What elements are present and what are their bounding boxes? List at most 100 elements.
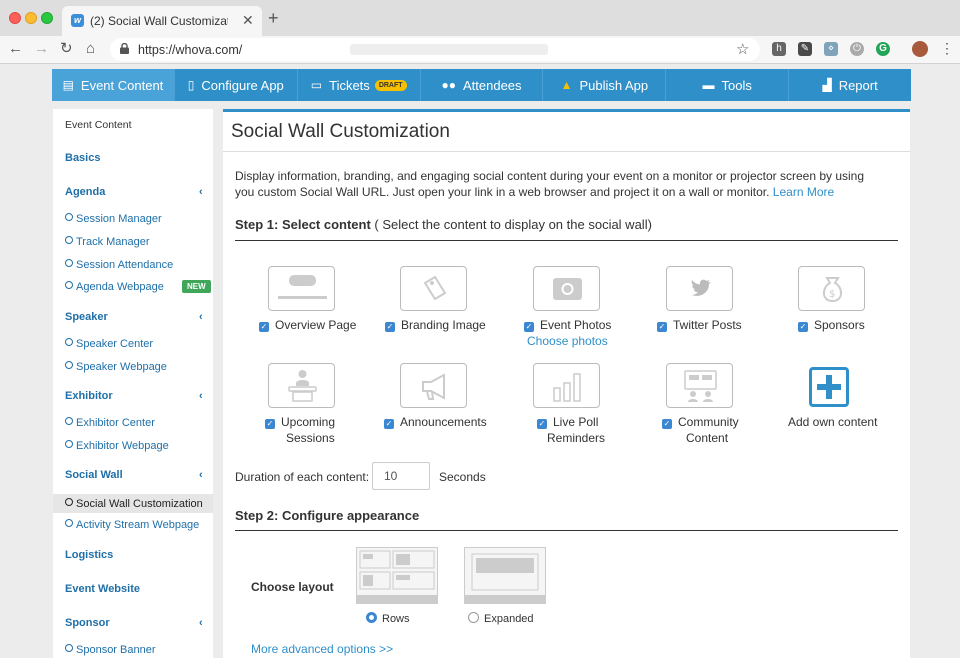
radio-selected-icon[interactable] [366,612,377,623]
sidebar-item-agenda-webpage[interactable]: Agenda Webpage [65,281,164,293]
bookmark-star-icon[interactable]: ☆ [736,40,749,58]
page-title-bar: Social Wall Customization [223,112,910,152]
profile-avatar[interactable] [912,41,928,57]
sidebar-section-logistics[interactable]: Logistics [65,549,113,561]
nav-publish-app[interactable]: ▲ Publish App [543,69,667,101]
chevron-left-icon[interactable]: ‹ [199,311,203,323]
back-arrow-icon[interactable]: ← [8,40,23,58]
radio-unselected-icon[interactable] [468,612,479,623]
sidebar-item-speaker-center[interactable]: Speaker Center [65,338,153,350]
sidebar-item-activity-stream-webpage[interactable]: Activity Stream Webpage [65,519,199,531]
layout-rows-thumbnail[interactable] [356,547,438,604]
sidebar-section-agenda[interactable]: Agenda [65,186,105,198]
community-content-checkbox[interactable]: ✓ [662,419,672,429]
sidebar-item-session-manager[interactable]: Session Manager [65,213,162,225]
app-nav: ▤ Event Content ▯ Configure App ▭ Ticket… [52,69,911,101]
overview-page-checkbox[interactable]: ✓ [259,322,269,332]
nav-attendees[interactable]: ●● Attendees [421,69,544,101]
sidebar-item-session-attendance[interactable]: Session Attendance [65,259,173,271]
upcoming-sessions-checkbox[interactable]: ✓ [265,419,275,429]
community-content-label-line2: Content [686,431,729,445]
sidebar-item-social-wall-customization[interactable]: Social Wall Customization [65,498,203,510]
briefcase-icon: ▬ [702,78,715,92]
branding-image-label[interactable]: ✓ Branding Image [385,317,486,333]
duration-input[interactable]: 10 [372,462,430,490]
event-photos-label[interactable]: ✓ Event Photos [524,317,611,333]
chevron-left-icon[interactable]: ‹ [199,469,203,481]
sidebar-section-event-website[interactable]: Event Website [65,583,140,595]
overview-page-icon [278,275,327,299]
community-board-icon [684,370,717,402]
layout-rows-radio[interactable]: Rows [366,612,410,625]
forward-arrow-icon[interactable]: → [34,40,49,58]
maximize-window-button[interactable] [41,12,53,24]
layout-expanded-thumbnail[interactable] [464,547,546,604]
branding-image-checkbox[interactable]: ✓ [385,322,395,332]
sponsors-label[interactable]: ✓ Sponsors [798,317,865,333]
add-own-content-label[interactable]: Add own content [788,414,877,430]
sponsors-checkbox[interactable]: ✓ [798,322,808,332]
browser-tab[interactable]: w (2) Social Wall Customization - ✕ [62,6,262,36]
list-icon: ▤ [62,78,74,92]
minimize-window-button[interactable] [25,12,37,24]
twitter-posts-checkbox[interactable]: ✓ [657,322,667,332]
upcoming-sessions-label[interactable]: ✓ Upcoming [265,414,335,430]
draft-badge: DRAFT [374,79,407,91]
sidebar-item-exhibitor-center[interactable]: Exhibitor Center [65,417,155,429]
home-icon[interactable]: ⌂ [86,40,95,58]
phone-icon: ▯ [187,78,195,92]
nav-event-content[interactable]: ▤ Event Content [52,69,175,101]
sidebar-section-speaker[interactable]: Speaker [65,311,108,323]
twitter-posts-label[interactable]: ✓ Twitter Posts [657,317,742,333]
layout-expanded-radio[interactable]: Expanded [468,612,534,625]
sidebar-item-speaker-webpage[interactable]: Speaker Webpage [65,361,167,373]
sidebar-section-exhibitor[interactable]: Exhibitor [65,390,113,402]
sponsors-card[interactable]: $ [798,266,865,311]
chevron-left-icon[interactable]: ‹ [199,186,203,198]
live-poll-card[interactable] [533,363,600,408]
learn-more-link[interactable]: Learn More [773,185,834,199]
sidebar-section-sponsor[interactable]: Sponsor [65,617,110,629]
live-poll-checkbox[interactable]: ✓ [537,419,547,429]
reload-icon[interactable]: ↻ [60,40,73,58]
address-bar[interactable]: https://whova.com/ ☆ [110,38,760,61]
announcements-checkbox[interactable]: ✓ [384,419,394,429]
extension-icon[interactable]: ⏻ [850,42,864,56]
add-own-content-button[interactable] [809,367,849,407]
sidebar-item-sponsor-banner[interactable]: Sponsor Banner [65,644,156,656]
choose-photos-link[interactable]: Choose photos [527,334,608,348]
sidebar-item-track-manager[interactable]: Track Manager [65,236,150,248]
event-photos-card[interactable] [533,266,600,311]
nav-tickets[interactable]: ▭ Tickets DRAFT [298,69,421,101]
sidebar-section-basics[interactable]: Basics [65,152,100,164]
sidebar-section-social-wall[interactable]: Social Wall [65,469,123,481]
extension-icon[interactable]: ✎ [798,42,812,56]
community-content-label[interactable]: ✓ Community [662,414,739,430]
upcoming-sessions-card[interactable] [268,363,335,408]
extension-icon[interactable]: ⋄ [824,42,838,56]
extension-icon[interactable]: h [772,42,786,56]
community-content-card[interactable] [666,363,733,408]
chevron-left-icon[interactable]: ‹ [199,617,203,629]
expanded-layout-icon [465,553,545,603]
branding-image-card[interactable] [400,266,467,311]
more-advanced-options-link[interactable]: More advanced options >> [251,642,393,656]
announcements-card[interactable] [400,363,467,408]
sidebar-item-exhibitor-webpage[interactable]: Exhibitor Webpage [65,440,169,452]
nav-tools[interactable]: ▬ Tools [666,69,790,101]
new-tab-icon[interactable]: + [268,9,279,27]
nav-configure-app[interactable]: ▯ Configure App [175,69,298,101]
announcements-label[interactable]: ✓ Announcements [384,414,487,430]
nav-report[interactable]: ▟ Report [789,69,911,101]
twitter-posts-card[interactable] [666,266,733,311]
overview-page-label[interactable]: ✓ Overview Page [259,317,356,333]
close-tab-icon[interactable]: ✕ [242,12,254,29]
chevron-left-icon[interactable]: ‹ [199,390,203,402]
event-photos-checkbox[interactable]: ✓ [524,322,534,332]
browser-menu-icon[interactable]: ⋮ [940,40,954,57]
overview-page-card[interactable] [268,266,335,311]
twitter-bird-icon [691,279,711,296]
close-window-button[interactable] [9,12,21,24]
live-poll-label[interactable]: ✓ Live Poll [537,414,598,430]
grammarly-icon[interactable]: G [876,42,890,56]
